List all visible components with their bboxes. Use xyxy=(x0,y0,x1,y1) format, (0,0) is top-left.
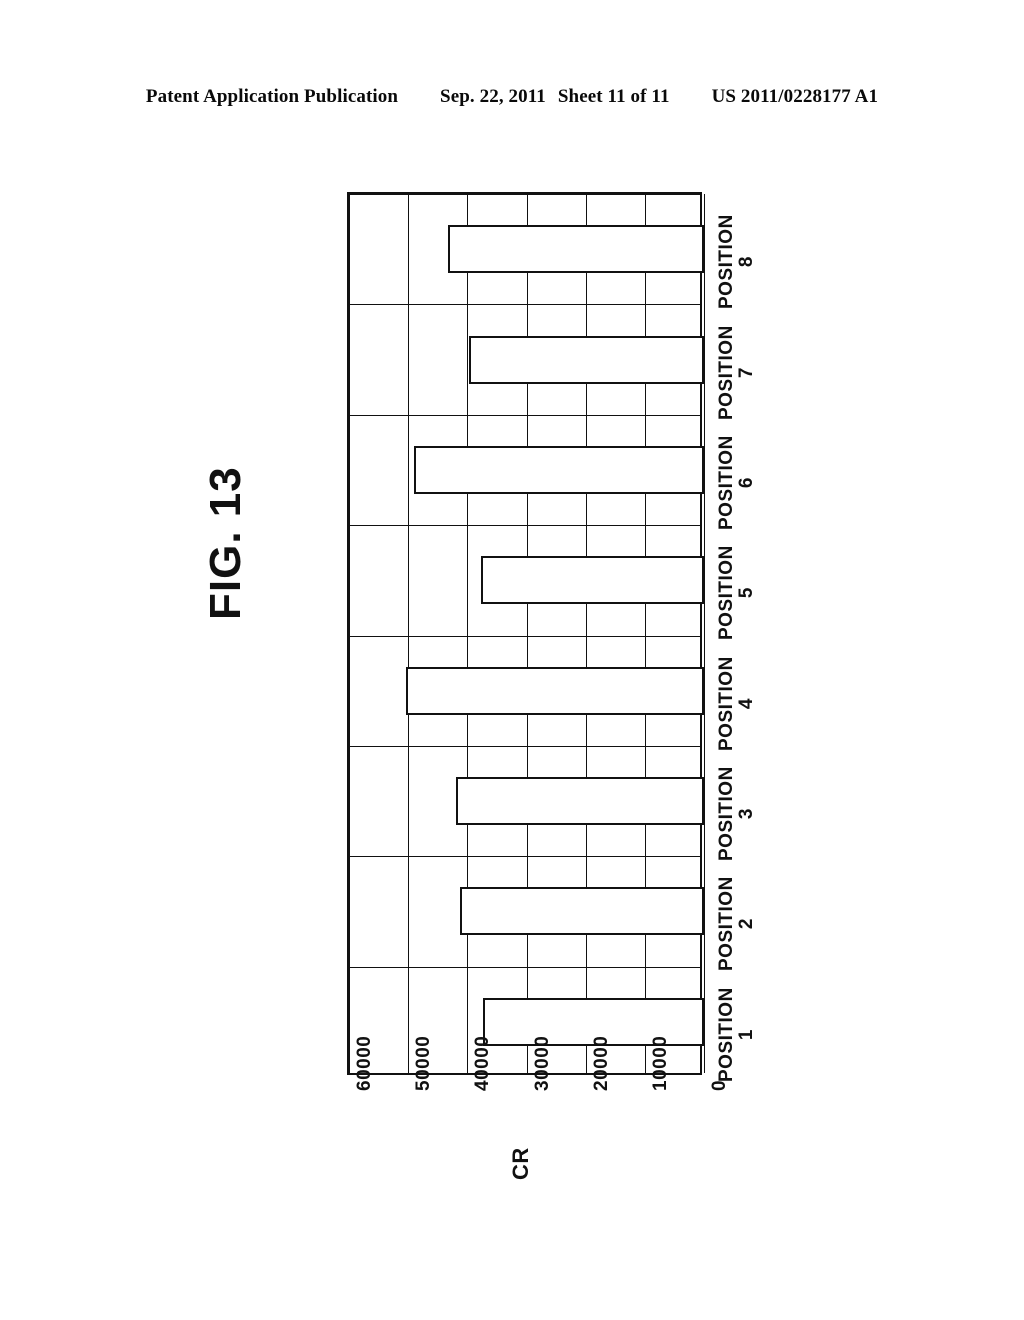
category-label-number: 5 xyxy=(736,587,757,599)
category-label-2: POSITION 2 xyxy=(716,877,758,972)
gridline-30000 xyxy=(526,194,528,1073)
bar-position-4 xyxy=(406,666,704,715)
bar-position-6 xyxy=(414,445,704,494)
bar-position-8 xyxy=(448,225,704,274)
plot-frame xyxy=(347,192,705,1075)
gridline-60000 xyxy=(349,194,350,1073)
bar-position-7 xyxy=(469,335,704,384)
axis-title-cr: CR xyxy=(508,1147,533,1180)
category-label-3: POSITION 3 xyxy=(716,766,758,861)
band-separator-7 xyxy=(349,304,700,306)
band-separator-4 xyxy=(349,635,700,637)
category-label-6: POSITION 6 xyxy=(716,435,758,530)
category-label-name: POSITION xyxy=(716,214,737,310)
y-tick-label-20000: 20000 xyxy=(590,1035,612,1091)
y-tick-label-30000: 30000 xyxy=(531,1035,553,1091)
category-label-number: 7 xyxy=(736,366,757,378)
category-label-7: POSITION 7 xyxy=(716,325,758,420)
gridline-50000 xyxy=(408,194,410,1073)
y-tick-label-40000: 40000 xyxy=(472,1035,494,1091)
category-label-number: 6 xyxy=(736,477,757,489)
category-label-name: POSITION xyxy=(716,655,737,751)
category-label-number: 2 xyxy=(736,918,757,930)
category-label-name: POSITION xyxy=(716,987,737,1082)
gridline-0 xyxy=(704,194,705,1073)
gridline-20000 xyxy=(585,194,587,1073)
category-label-name: POSITION xyxy=(716,876,737,972)
category-label-name: POSITION xyxy=(716,324,737,420)
band-separator-5 xyxy=(349,525,700,527)
band-separator-3 xyxy=(349,745,700,747)
gridline-40000 xyxy=(467,194,469,1073)
category-label-name: POSITION xyxy=(716,766,737,862)
category-label-number: 3 xyxy=(736,808,757,820)
bar-position-2 xyxy=(460,887,704,936)
category-label-number: 4 xyxy=(736,697,757,709)
y-tick-label-10000: 10000 xyxy=(649,1035,671,1091)
category-label-4: POSITION 4 xyxy=(716,656,758,751)
bar-position-3 xyxy=(456,777,704,826)
category-label-1: POSITION 1 xyxy=(716,987,758,1082)
category-label-8: POSITION 8 xyxy=(716,214,758,309)
band-separator-8 xyxy=(349,194,700,195)
band-separator-2 xyxy=(349,856,700,858)
y-tick-label-60000: 60000 xyxy=(354,1035,375,1091)
category-label-name: POSITION xyxy=(716,545,737,641)
category-label-5: POSITION 5 xyxy=(716,546,758,641)
y-tick-label-50000: 50000 xyxy=(413,1035,435,1091)
bar-chart: CR 60000 50000 40000 30000 20000 10000 0 POSITI… xyxy=(0,0,1024,1320)
band-separator-6 xyxy=(349,414,700,416)
category-label-name: POSITION xyxy=(716,435,737,530)
category-label-number: 1 xyxy=(736,1028,757,1040)
gridline-10000 xyxy=(644,194,646,1073)
bar-position-5 xyxy=(480,556,704,605)
category-label-number: 8 xyxy=(736,256,757,268)
band-separator-1 xyxy=(349,966,700,968)
